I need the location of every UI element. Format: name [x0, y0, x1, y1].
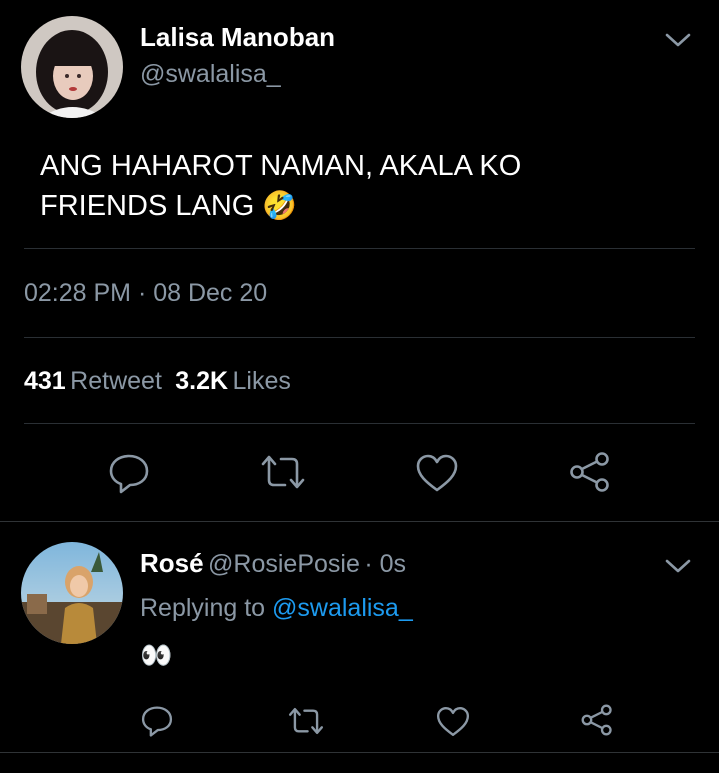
share-icon: [581, 704, 612, 736]
reply-retweet-button[interactable]: [287, 705, 325, 737]
replying-to-handle[interactable]: @swalalisa_: [272, 594, 413, 622]
reply-text: 👀: [140, 640, 173, 670]
retweet-icon: [288, 707, 324, 735]
rofl-emoji: 🤣: [262, 190, 298, 221]
retweet-count: 431: [24, 367, 66, 395]
replying-to: Replying to @swalalisa_: [140, 594, 413, 623]
like-count: 3.2K: [175, 367, 229, 395]
reply-author-avatar[interactable]: [21, 542, 123, 644]
like-label: Likes: [232, 367, 291, 395]
reply-author-handle[interactable]: @RosiePosie: [208, 550, 360, 578]
chevron-down-icon: [665, 559, 691, 573]
share-icon: [570, 452, 609, 492]
reply-like-button[interactable]: [435, 705, 471, 738]
replying-to-label: Replying to: [140, 594, 266, 622]
divider: [24, 337, 695, 338]
reply-more-options-button[interactable]: [664, 556, 692, 576]
reply-icon: [109, 454, 149, 494]
retweet-icon: [261, 455, 305, 489]
share-button[interactable]: [568, 450, 612, 494]
author-avatar[interactable]: [21, 16, 123, 118]
tweet-text: ANG HAHAROT NAMAN, AKALA KO FRIENDS LANG…: [40, 147, 680, 226]
avatar-image: [21, 16, 123, 118]
reply-button[interactable]: [107, 450, 151, 494]
avatar-image: [21, 542, 123, 644]
reply-share-button[interactable]: [580, 703, 614, 737]
reply-time[interactable]: · 0s: [364, 550, 406, 578]
author-handle[interactable]: @swalalisa_: [140, 60, 281, 89]
section-divider: [0, 521, 719, 522]
chevron-down-icon: [665, 33, 691, 47]
engagement-stats: 431 Retweet 3.2K Likes: [24, 367, 291, 396]
retweet-stat[interactable]: 431 Retweet: [24, 367, 166, 395]
retweet-label: Retweet: [70, 367, 162, 395]
tweet-text-line-1: ANG HAHAROT NAMAN, AKALA KO: [40, 150, 522, 182]
reply-reply-button[interactable]: [140, 703, 174, 737]
tweet-text-line-2: FRIENDS LANG 🤣: [40, 190, 298, 222]
tweet-timestamp[interactable]: 02:28 PM · 08 Dec 20: [24, 279, 267, 308]
like-icon: [416, 454, 458, 492]
like-stat[interactable]: 3.2K Likes: [175, 367, 291, 395]
more-options-button[interactable]: [664, 30, 692, 50]
like-icon: [436, 707, 470, 736]
reply-icon: [141, 706, 173, 737]
divider: [24, 248, 695, 249]
author-name[interactable]: Lalisa Manoban: [140, 22, 335, 53]
like-button[interactable]: [414, 452, 460, 494]
reply-header: Rosé @RosiePosie · 0s: [140, 548, 406, 579]
divider: [24, 423, 695, 424]
reply-author-name[interactable]: Rosé: [140, 548, 204, 578]
section-divider: [0, 752, 719, 753]
retweet-button[interactable]: [259, 452, 307, 492]
